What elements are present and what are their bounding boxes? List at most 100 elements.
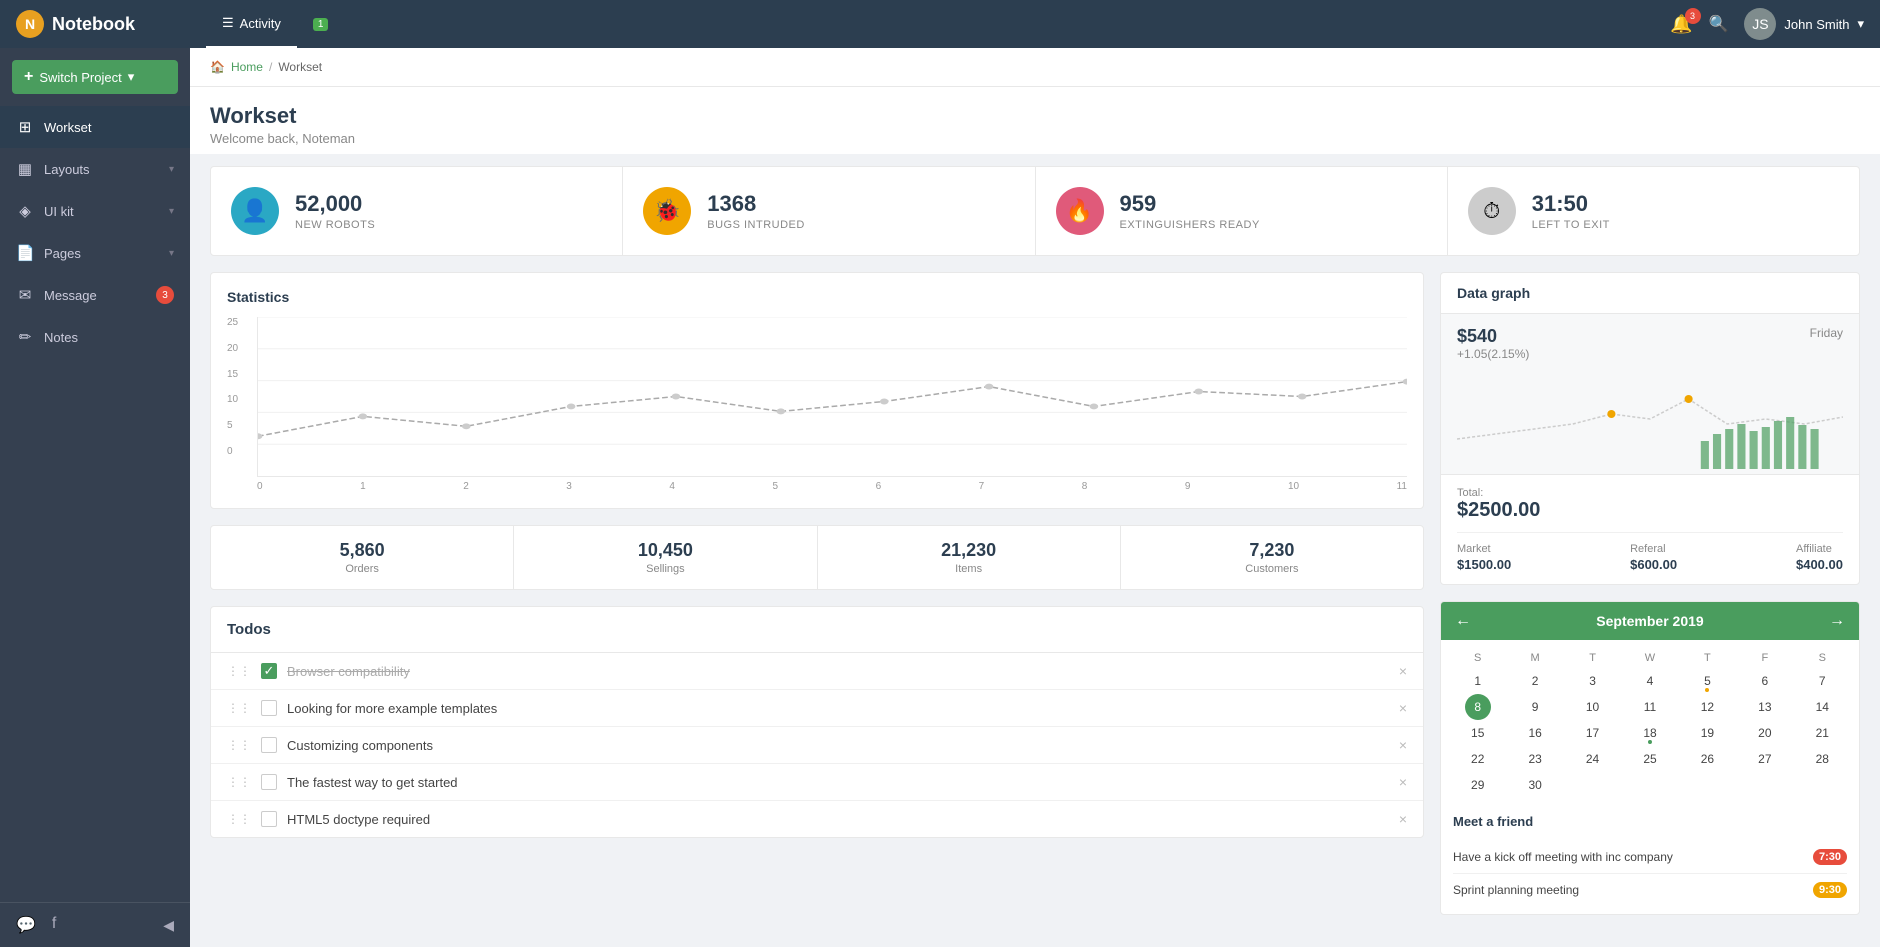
- sidebar-item-label: UI kit: [44, 204, 159, 219]
- total-value: $2500.00: [1457, 499, 1843, 522]
- calendar-day-19[interactable]: 19: [1679, 720, 1736, 746]
- drag-handle[interactable]: ⋮⋮: [227, 738, 251, 752]
- calendar-day-13[interactable]: 13: [1736, 694, 1793, 720]
- calendar-prev-button[interactable]: ←: [1455, 612, 1471, 630]
- chevron-down-icon: ▾: [169, 164, 174, 175]
- logo-text: Notebook: [52, 14, 135, 35]
- customers-value: 7,230: [1133, 540, 1411, 561]
- sidebar-item-label: Workset: [44, 120, 174, 135]
- calendar-day-4[interactable]: 4: [1621, 668, 1678, 694]
- y-label: 10: [227, 394, 238, 405]
- calendar-day-5[interactable]: 5: [1679, 668, 1736, 694]
- calendar-card: ← September 2019 → S M T W T F S: [1440, 601, 1860, 915]
- day-header-t2: T: [1679, 652, 1736, 664]
- todo-checkbox[interactable]: [261, 700, 277, 716]
- stat-label: BUGS INTRUDED: [707, 219, 805, 231]
- todo-checkbox[interactable]: [261, 737, 277, 753]
- calendar-next-button[interactable]: →: [1829, 612, 1845, 630]
- stat-items: 21,230 Items: [818, 526, 1121, 589]
- stat-value: 31:50: [1532, 191, 1610, 217]
- calendar-day-8[interactable]: 8: [1465, 694, 1491, 720]
- todo-text: The fastest way to get started: [287, 775, 1389, 790]
- day-header-f: F: [1736, 652, 1793, 664]
- sidebar-item-pages[interactable]: 📄 Pages ▾: [0, 232, 190, 274]
- todo-checkbox[interactable]: [261, 811, 277, 827]
- calendar-day-10[interactable]: 10: [1564, 694, 1621, 720]
- todo-close-button[interactable]: ×: [1399, 737, 1407, 753]
- drag-handle[interactable]: ⋮⋮: [227, 775, 251, 789]
- calendar-day-3[interactable]: 3: [1564, 668, 1621, 694]
- calendar-day-28[interactable]: 28: [1794, 746, 1851, 772]
- tab-badge[interactable]: 1: [297, 0, 345, 48]
- stat-info: 959 EXTINGUISHERS READY: [1120, 191, 1260, 231]
- calendar-day-17[interactable]: 17: [1564, 720, 1621, 746]
- calendar-day-22[interactable]: 22: [1449, 746, 1506, 772]
- drag-handle[interactable]: ⋮⋮: [227, 664, 251, 678]
- calendar-day-16[interactable]: 16: [1506, 720, 1563, 746]
- calendar-day-25[interactable]: 25: [1621, 746, 1678, 772]
- calendar-day-6[interactable]: 6: [1736, 668, 1793, 694]
- x-label: 3: [566, 481, 572, 492]
- tab-activity[interactable]: ☰ Activity: [206, 0, 297, 48]
- calendar-day-24[interactable]: 24: [1564, 746, 1621, 772]
- facebook-icon[interactable]: f: [52, 915, 56, 935]
- todo-close-button[interactable]: ×: [1399, 700, 1407, 716]
- calendar-day-2[interactable]: 2: [1506, 668, 1563, 694]
- todo-checkbox[interactable]: ✓: [261, 663, 277, 679]
- statistics-card: Statistics 0 5 10 15 20 25: [210, 272, 1424, 509]
- calendar-day-27[interactable]: 27: [1736, 746, 1793, 772]
- breakdown-row: Market $1500.00 Referal $600.00 Affiliat…: [1457, 532, 1843, 572]
- calendar-day-1[interactable]: 1: [1449, 668, 1506, 694]
- stat-label: LEFT TO EXIT: [1532, 219, 1610, 231]
- calendar-day-9[interactable]: 9: [1506, 694, 1563, 720]
- stat-info: 52,000 NEW ROBOTS: [295, 191, 375, 231]
- calendar-day-7[interactable]: 7: [1794, 668, 1851, 694]
- sidebar-item-notes[interactable]: ✏ Notes: [0, 316, 190, 358]
- calendar-day-30[interactable]: 30: [1506, 772, 1563, 798]
- calendar-day-23[interactable]: 23: [1506, 746, 1563, 772]
- chat-icon[interactable]: 💬: [16, 915, 36, 935]
- calendar-day-14[interactable]: 14: [1794, 694, 1851, 720]
- message-icon: ✉: [16, 286, 34, 304]
- customers-label: Customers: [1133, 563, 1411, 575]
- todo-close-button[interactable]: ×: [1399, 811, 1407, 827]
- calendar-day-12[interactable]: 12: [1679, 694, 1736, 720]
- day-header-w: W: [1621, 652, 1678, 664]
- meeting-time: 9:30: [1813, 882, 1847, 898]
- logo-icon: N: [16, 10, 44, 38]
- content-area: 🏠 Home / Workset Workset Welcome back, N…: [190, 48, 1880, 947]
- day-header-s2: S: [1794, 652, 1851, 664]
- left-column: Statistics 0 5 10 15 20 25: [210, 272, 1424, 931]
- drag-handle[interactable]: ⋮⋮: [227, 701, 251, 715]
- notification-button[interactable]: 🔔 3: [1670, 14, 1692, 35]
- drag-handle[interactable]: ⋮⋮: [227, 812, 251, 826]
- calendar-day-29[interactable]: 29: [1449, 772, 1506, 798]
- sidebar-item-uikit[interactable]: ◈ UI kit ▾: [0, 190, 190, 232]
- calendar-day-11[interactable]: 11: [1621, 694, 1678, 720]
- todos-card: Todos ⋮⋮ ✓ Browser compatibility × ⋮⋮ Lo…: [210, 606, 1424, 838]
- sidebar-item-message[interactable]: ✉ Message 3: [0, 274, 190, 316]
- x-label: 9: [1185, 481, 1191, 492]
- calendar-day-15[interactable]: 15: [1449, 720, 1506, 746]
- sidebar-item-layouts[interactable]: ▦ Layouts ▾: [0, 148, 190, 190]
- calendar-day-18[interactable]: 18: [1621, 720, 1678, 746]
- breadcrumb-home[interactable]: Home: [231, 60, 263, 74]
- todo-close-button[interactable]: ×: [1399, 663, 1407, 679]
- sidebar-item-workset[interactable]: ⊞ Workset: [0, 106, 190, 148]
- calendar-day-26[interactable]: 26: [1679, 746, 1736, 772]
- todo-close-button[interactable]: ×: [1399, 774, 1407, 790]
- calendar-grid: S M T W T F S: [1441, 640, 1859, 806]
- sidebar-collapse-button[interactable]: ◀: [163, 917, 174, 934]
- todo-checkbox[interactable]: [261, 774, 277, 790]
- calendar-day-21[interactable]: 21: [1794, 720, 1851, 746]
- todo-text: Browser compatibility: [287, 664, 1389, 679]
- x-label: 1: [360, 481, 366, 492]
- calendar-day-20[interactable]: 20: [1736, 720, 1793, 746]
- workset-icon: ⊞: [16, 118, 34, 136]
- meeting-item-2: Sprint planning meeting 9:30: [1453, 874, 1847, 906]
- search-button[interactable]: 🔍: [1709, 14, 1729, 34]
- top-nav-tabs: ☰ Activity 1: [206, 0, 1670, 48]
- switch-project-button[interactable]: + Switch Project ▾: [12, 60, 178, 94]
- tab-badge-value: 1: [313, 18, 329, 31]
- user-menu[interactable]: JS John Smith ▾: [1744, 8, 1864, 40]
